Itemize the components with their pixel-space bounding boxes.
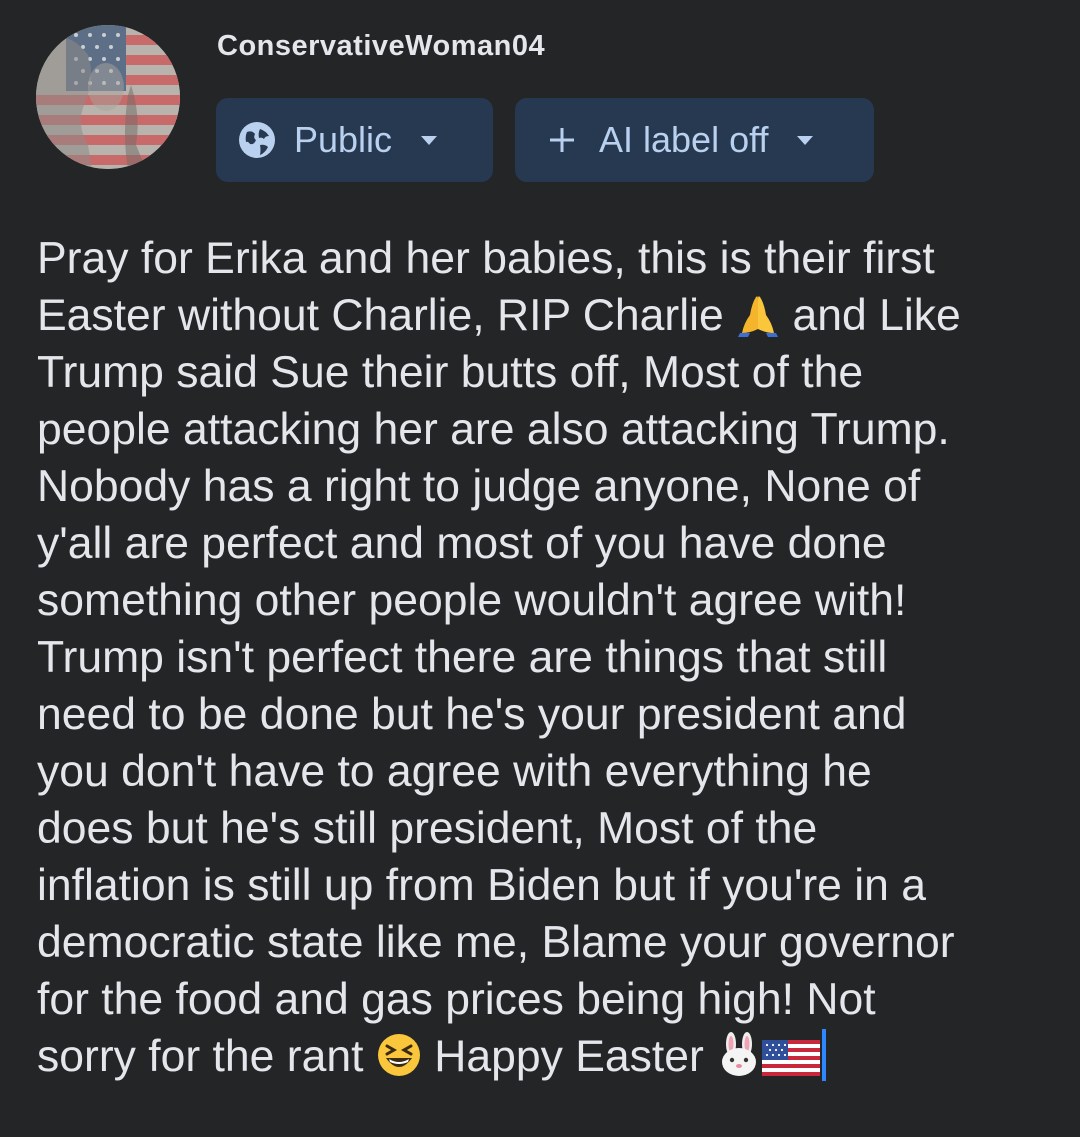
post-line: Trump said Sue their butts off, Most of … [37, 348, 864, 397]
rabbit-face-emoji [722, 1032, 757, 1076]
privacy-label: Public [294, 119, 393, 160]
post-line: inflation is still up from Biden but if … [37, 861, 927, 910]
folded-hands-emoji [738, 296, 779, 337]
us-flag-emoji [762, 1040, 821, 1076]
text-cursor [822, 1029, 827, 1081]
grinning-squinting-face-emoji [377, 1034, 420, 1076]
post-line: Trump isn't perfect there are things tha… [37, 633, 888, 682]
avatar[interactable] [36, 25, 180, 169]
post-composer: ConservativeWoman04 Public AI label off … [0, 0, 1080, 1137]
post-line-segment: Happy Easter [434, 1032, 704, 1081]
plus-icon [550, 128, 574, 152]
post-line-segment: sorry for the rant [37, 1032, 364, 1081]
privacy-selector-button[interactable]: Public [216, 98, 493, 182]
post-line: does but he's still president, Most of t… [37, 804, 818, 853]
post-text-input[interactable]: Pray for Erika and her babies, this is t… [37, 230, 1047, 1085]
post-line: democratic state like me, Blame your gov… [37, 918, 955, 967]
post-line: Pray for Erika and her babies, this is t… [37, 234, 935, 283]
post-line: people attacking her are also attacking … [37, 405, 950, 454]
globe-icon [239, 122, 275, 158]
avatar-flag-portrait [36, 25, 180, 169]
post-line: sorry for the rant Happy Easter [37, 1028, 1047, 1085]
post-line-segment: Easter without Charlie, RIP Charlie [37, 291, 724, 340]
post-line: Nobody has a right to judge anyone, None… [37, 462, 921, 511]
post-line: Easter without Charlie, RIP Charlie and … [37, 287, 1047, 344]
post-line: need to be done but he's your president … [37, 690, 907, 739]
post-line: for the food and gas prices being high! … [37, 975, 876, 1024]
post-line: y'all are perfect and most of you have d… [37, 519, 887, 568]
caret-down-icon [421, 135, 438, 145]
post-line: you don't have to agree with everything … [37, 747, 872, 796]
ai-label-selector-button[interactable]: AI label off [515, 98, 874, 182]
caret-down-icon [797, 135, 814, 145]
ai-label-text: AI label off [599, 119, 769, 160]
post-line: something other people wouldn't agree wi… [37, 576, 907, 625]
author-name[interactable]: ConservativeWoman04 [217, 30, 545, 63]
post-line-segment: and Like [792, 291, 961, 340]
